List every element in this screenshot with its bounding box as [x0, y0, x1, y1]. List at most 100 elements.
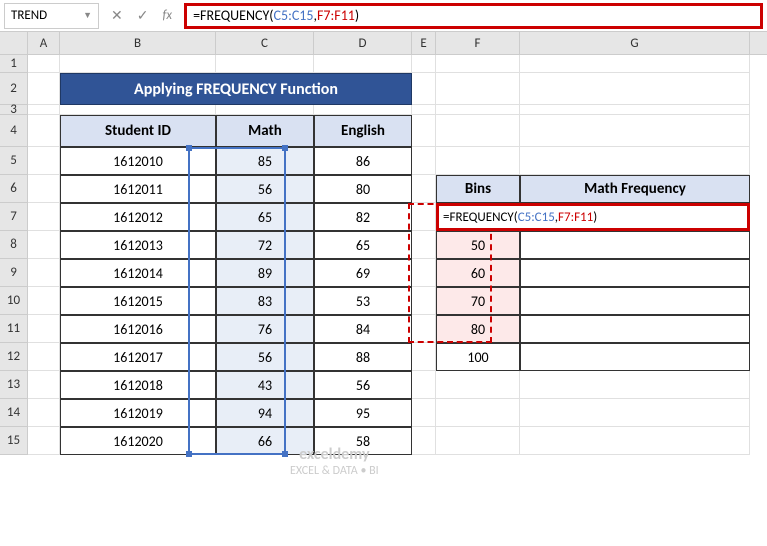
enter-icon[interactable]: ✓ [137, 7, 149, 24]
cell[interactable] [520, 399, 750, 427]
cell[interactable] [28, 115, 60, 147]
cell[interactable] [28, 371, 60, 399]
cell-student-id[interactable]: 1612014 [60, 259, 216, 287]
cell[interactable] [28, 203, 60, 231]
cell[interactable] [28, 287, 60, 315]
name-box[interactable]: TREND ▼ [4, 3, 99, 29]
fx-icon[interactable]: fx [162, 8, 172, 23]
cell-student-id[interactable]: 1612015 [60, 287, 216, 315]
cell[interactable] [520, 55, 750, 73]
row-header-8[interactable]: 8 [0, 231, 28, 259]
row-header-13[interactable]: 13 [0, 371, 28, 399]
row-header-2[interactable]: 2 [0, 73, 28, 105]
row-header-14[interactable]: 14 [0, 399, 28, 427]
row-header-9[interactable]: 9 [0, 259, 28, 287]
col-header-C[interactable]: C [216, 32, 314, 54]
cell[interactable] [60, 105, 216, 115]
cell-english[interactable]: 65 [314, 231, 412, 259]
select-all-corner[interactable] [0, 32, 28, 54]
row-header-10[interactable]: 10 [0, 287, 28, 315]
cell-math[interactable]: 94 [216, 399, 314, 427]
cell[interactable] [28, 55, 60, 73]
cell-student-id[interactable]: 1612019 [60, 399, 216, 427]
cell-student-id[interactable]: 1612013 [60, 231, 216, 259]
col-header-A[interactable]: A [28, 32, 60, 54]
cell-english[interactable]: 58 [314, 427, 412, 455]
cell[interactable] [412, 343, 436, 371]
cell[interactable] [412, 73, 436, 105]
cell[interactable] [436, 73, 520, 105]
row-header-6[interactable]: 6 [0, 175, 28, 203]
cell-bins[interactable]: 70 [436, 287, 520, 315]
cell[interactable] [412, 55, 436, 73]
cell-math[interactable]: 72 [216, 231, 314, 259]
row-header-5[interactable]: 5 [0, 147, 28, 175]
col-header-F[interactable]: F [436, 32, 520, 54]
cell-student-id[interactable]: 1612010 [60, 147, 216, 175]
cell[interactable] [28, 399, 60, 427]
cell[interactable] [412, 147, 436, 175]
row-header-3[interactable]: 3 [0, 105, 28, 115]
cell-student-id[interactable]: 1612011 [60, 175, 216, 203]
cell-english[interactable]: 86 [314, 147, 412, 175]
cell[interactable] [436, 55, 520, 73]
cell-english[interactable]: 53 [314, 287, 412, 315]
cell[interactable] [314, 105, 412, 115]
row-header-7[interactable]: 7 [0, 203, 28, 231]
col-header-D[interactable]: D [314, 32, 412, 54]
cell-math[interactable]: 43 [216, 371, 314, 399]
cell[interactable] [412, 371, 436, 399]
cell-english[interactable]: 82 [314, 203, 412, 231]
cell[interactable] [314, 55, 412, 73]
cell[interactable] [412, 105, 436, 115]
cell[interactable] [436, 371, 520, 399]
cell-english[interactable]: 80 [314, 175, 412, 203]
cell-frequency[interactable] [520, 231, 750, 259]
row-header-12[interactable]: 12 [0, 343, 28, 371]
col-header-E[interactable]: E [412, 32, 436, 54]
cell-frequency[interactable] [520, 287, 750, 315]
cell[interactable] [28, 231, 60, 259]
cell-math[interactable]: 56 [216, 343, 314, 371]
cell-english[interactable]: 56 [314, 371, 412, 399]
cell[interactable] [412, 203, 436, 231]
cell[interactable] [520, 371, 750, 399]
cell[interactable] [216, 105, 314, 115]
header-english[interactable]: English [314, 115, 412, 147]
cell[interactable] [28, 73, 60, 105]
cell[interactable] [28, 427, 60, 455]
cell-student-id[interactable]: 1612012 [60, 203, 216, 231]
cell-english[interactable]: 84 [314, 315, 412, 343]
cell-student-id[interactable]: 1612018 [60, 371, 216, 399]
cell-bins[interactable]: 80 [436, 315, 520, 343]
title-cell[interactable]: Applying FREQUENCY Function [60, 73, 412, 105]
chevron-down-icon[interactable]: ▼ [83, 10, 92, 21]
cell-bins[interactable]: 100 [436, 343, 520, 371]
cell-student-id[interactable]: 1612020 [60, 427, 216, 455]
cell[interactable] [28, 315, 60, 343]
cell[interactable] [60, 55, 216, 73]
cell[interactable] [520, 115, 750, 147]
cell-frequency[interactable] [520, 259, 750, 287]
cell-math[interactable]: 65 [216, 203, 314, 231]
cell-math[interactable]: 56 [216, 175, 314, 203]
cell[interactable] [436, 399, 520, 427]
col-header-G[interactable]: G [520, 32, 750, 54]
cell-bins[interactable]: 50 [436, 231, 520, 259]
cell[interactable] [28, 147, 60, 175]
cell[interactable] [436, 115, 520, 147]
cell-math[interactable]: 83 [216, 287, 314, 315]
cell[interactable] [412, 175, 436, 203]
cell-student-id[interactable]: 1612017 [60, 343, 216, 371]
cell[interactable] [216, 55, 314, 73]
cell[interactable] [28, 259, 60, 287]
cell[interactable] [412, 231, 436, 259]
cell[interactable] [520, 73, 750, 105]
header-student-id[interactable]: Student ID [60, 115, 216, 147]
header-bins[interactable]: Bins [436, 175, 520, 203]
cell[interactable] [412, 427, 436, 455]
cell-math[interactable]: 89 [216, 259, 314, 287]
cell[interactable] [412, 399, 436, 427]
cell[interactable] [412, 315, 436, 343]
cell[interactable] [412, 115, 436, 147]
